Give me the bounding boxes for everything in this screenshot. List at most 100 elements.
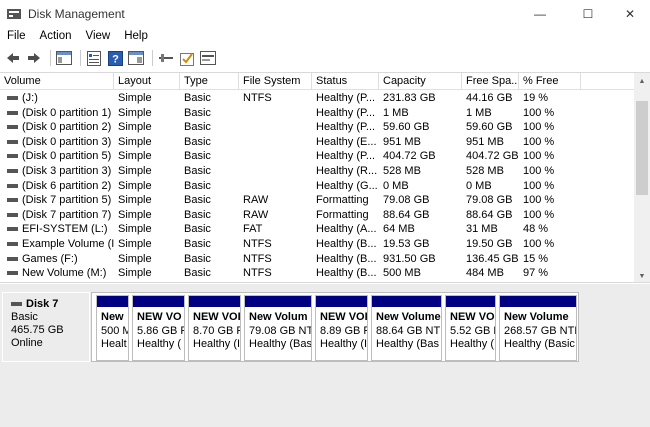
column-header-file-system[interactable]: File System <box>239 73 312 90</box>
volume-percent-free: 100 % <box>523 106 555 119</box>
console-tree-icon[interactable] <box>55 49 73 67</box>
partition-strip: New 500 M Healt NEW VO 5.86 GB F Healthy… <box>91 292 579 362</box>
volume-type: Basic <box>184 150 211 163</box>
connect-icon[interactable] <box>157 49 175 67</box>
menu-help[interactable]: Help <box>117 27 155 45</box>
volume-type: Basic <box>184 267 211 280</box>
volume-row[interactable]: (Disk 0 partition 1) Simple Basic Health… <box>0 106 634 121</box>
column-header-status[interactable]: Status <box>312 73 379 90</box>
graphical-disk-view: Disk 7 Basic 465.75 GB Online New 500 M … <box>0 284 650 427</box>
menu-action[interactable]: Action <box>33 27 79 45</box>
properties-icon[interactable] <box>85 49 103 67</box>
column-header-layout[interactable]: Layout <box>114 73 180 90</box>
vertical-scrollbar[interactable]: ▲ ▼ <box>634 73 650 282</box>
check-icon[interactable] <box>178 49 196 67</box>
volume-file-system <box>239 179 312 194</box>
volume-free-space: 19.50 GB <box>466 237 513 250</box>
partition-size: 5.52 GB F <box>450 324 495 337</box>
forward-arrow-icon[interactable] <box>25 49 43 67</box>
window-title: Disk Management <box>28 7 125 21</box>
toolbar: ? <box>0 46 650 70</box>
partition-name: NEW VO <box>137 311 182 323</box>
column-header-type[interactable]: Type <box>180 73 239 90</box>
volume-icon <box>7 256 18 261</box>
column-header-percent-free[interactable]: % Free <box>519 73 581 90</box>
partition-block[interactable]: New 500 M Healt <box>96 295 129 361</box>
disk-management-icon <box>7 9 21 19</box>
column-header-capacity[interactable]: Capacity <box>379 73 462 90</box>
partition-block[interactable]: New Volum 79.08 GB NTF Healthy (Bas <box>244 295 312 361</box>
disk-info[interactable]: Disk 7 Basic 465.75 GB Online <box>2 292 90 362</box>
svg-text:?: ? <box>112 53 119 65</box>
volume-free-space: 528 MB <box>466 164 504 177</box>
partition-block[interactable]: NEW VOI 8.70 GB F Healthy (I <box>188 295 241 361</box>
volume-row[interactable]: (Disk 0 partition 3) Simple Basic Health… <box>0 135 634 150</box>
volume-file-system: NTFS <box>243 252 272 265</box>
column-header-free-space[interactable]: Free Spa... <box>462 73 519 90</box>
volume-layout: Simple <box>118 237 152 250</box>
partition-color-bar <box>446 296 495 307</box>
help-icon[interactable]: ? <box>106 49 124 67</box>
partition-block[interactable]: NEW VO 5.52 GB F Healthy ( <box>445 295 496 361</box>
volume-layout: Simple <box>118 267 152 280</box>
volume-row[interactable]: Example Volume (I:) Simple Basic NTFS He… <box>0 237 634 252</box>
title-bar: Disk Management — ☐ ✕ <box>0 0 650 28</box>
list-header: Volume Layout Type File System Status Ca… <box>0 73 634 90</box>
partition-block[interactable]: New Volume 88.64 GB NTF Healthy (Bas <box>371 295 442 361</box>
volume-name: (Disk 7 partition 5) <box>22 194 112 207</box>
volume-capacity: 0 MB <box>383 179 409 192</box>
volume-type: Basic <box>184 237 211 250</box>
minimize-button[interactable]: — <box>518 0 562 28</box>
volume-capacity: 88.64 GB <box>383 208 430 221</box>
volume-row[interactable]: (Disk 0 partition 2) Simple Basic Health… <box>0 120 634 135</box>
volume-row[interactable]: Games (F:) Simple Basic NTFS Healthy (B.… <box>0 252 634 267</box>
volume-row[interactable]: EFI-SYSTEM (L:) Simple Basic FAT Healthy… <box>0 222 634 237</box>
menu-view[interactable]: View <box>79 27 118 45</box>
partition-status: Healthy (I <box>193 338 240 350</box>
volume-layout: Simple <box>118 121 152 134</box>
column-header-volume[interactable]: Volume <box>0 73 114 90</box>
volume-capacity: 951 MB <box>383 135 421 148</box>
volume-status: Healthy (P... <box>316 106 376 119</box>
volume-list: Volume Layout Type File System Status Ca… <box>0 72 650 283</box>
scroll-up-arrow[interactable]: ▲ <box>634 73 650 89</box>
scroll-thumb[interactable] <box>636 101 648 195</box>
volume-file-system: NTFS <box>243 237 272 250</box>
partition-block[interactable]: NEW VO 5.86 GB F Healthy ( <box>132 295 185 361</box>
volume-file-system <box>239 135 312 150</box>
volume-row[interactable]: (Disk 0 partition 5) Simple Basic Health… <box>0 149 634 164</box>
volume-layout: Simple <box>118 252 152 265</box>
volume-row[interactable]: New Volume (M:) Simple Basic NTFS Health… <box>0 266 634 281</box>
volume-row[interactable]: (Disk 7 partition 5) Simple Basic RAW Fo… <box>0 193 634 208</box>
console-window-icon[interactable] <box>127 49 145 67</box>
volume-percent-free: 100 % <box>523 121 555 134</box>
scroll-down-arrow[interactable]: ▼ <box>634 268 650 282</box>
close-button[interactable]: ✕ <box>608 0 650 28</box>
maximize-button[interactable]: ☐ <box>566 0 610 28</box>
volume-capacity: 59.60 GB <box>383 121 430 134</box>
volume-row[interactable]: (Disk 6 partition 2) Simple Basic Health… <box>0 179 634 194</box>
volume-row[interactable]: (Disk 7 partition 7) Simple Basic RAW Fo… <box>0 208 634 223</box>
volume-status: Healthy (P... <box>316 150 376 163</box>
partition-status: Healthy (Bas <box>249 338 311 350</box>
volume-file-system: NTFS <box>243 92 272 104</box>
partition-block[interactable]: New Volume 268.57 GB NTFS Healthy (Basic… <box>499 295 577 361</box>
partition-block[interactable]: NEW VOI 8.89 GB F Healthy (I <box>315 295 368 361</box>
partition-name: NEW VOI <box>193 311 240 323</box>
volume-layout: Simple <box>118 223 152 236</box>
volume-layout: Simple <box>118 150 152 163</box>
menu-file[interactable]: File <box>0 27 33 45</box>
volume-status: Healthy (B... <box>316 252 377 265</box>
volume-icon <box>7 154 18 159</box>
volume-status: Formatting <box>316 194 369 207</box>
volume-status: Healthy (B... <box>316 267 377 280</box>
back-arrow-icon[interactable] <box>4 49 22 67</box>
volume-free-space: 404.72 GB <box>466 150 519 163</box>
volume-icon <box>7 242 18 247</box>
volume-row[interactable]: (Disk 3 partition 3) Simple Basic Health… <box>0 164 634 179</box>
disk-view-icon[interactable] <box>199 49 217 67</box>
volume-percent-free: 19 % <box>523 92 549 104</box>
volume-status: Healthy (P... <box>316 92 376 104</box>
volume-free-space: 1 MB <box>466 106 492 119</box>
volume-row[interactable]: (J:) Simple Basic NTFS Healthy (P... 231… <box>0 91 634 106</box>
